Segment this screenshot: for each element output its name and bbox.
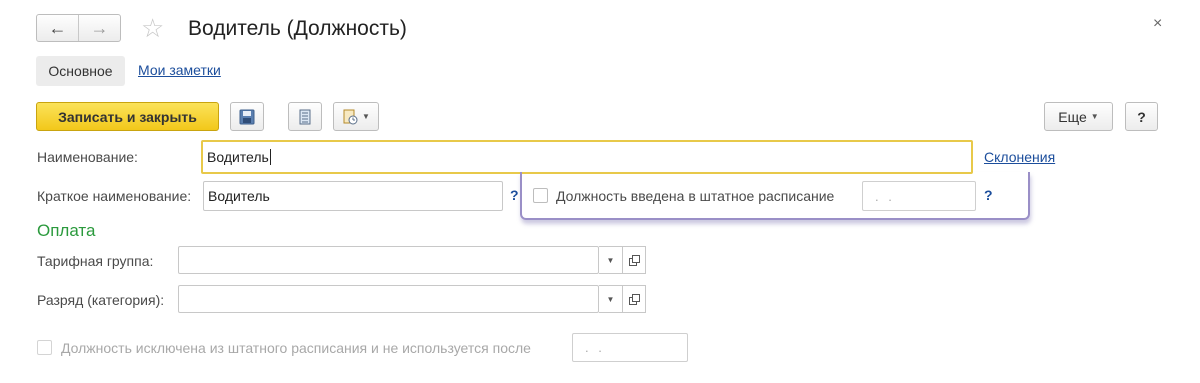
name-input[interactable]: Водитель xyxy=(201,140,973,174)
chevron-down-icon: ▼ xyxy=(362,112,370,121)
arrow-left-icon: ← xyxy=(48,17,67,38)
excluded-date-input[interactable]: . . xyxy=(572,333,688,362)
more-menu-button[interactable]: Еще ▼ xyxy=(1044,102,1113,131)
create-based-on-button[interactable]: ▼ xyxy=(333,102,379,131)
save-and-close-button[interactable]: Записать и закрыть xyxy=(36,102,219,131)
open-window-icon xyxy=(628,254,640,266)
staff-schedule-label: Должность введена в штатное расписание xyxy=(556,188,835,204)
save-button[interactable] xyxy=(230,102,264,131)
tariff-group-dropdown-button[interactable]: ▼ xyxy=(599,246,623,274)
rank-dropdown-button[interactable]: ▼ xyxy=(599,285,623,313)
favorite-star-icon[interactable]: ☆ xyxy=(141,15,164,41)
chevron-down-icon: ▼ xyxy=(606,294,615,304)
name-value: Водитель xyxy=(207,149,269,165)
tariff-group-label: Тарифная группа: xyxy=(37,253,154,269)
rank-label: Разряд (категория): xyxy=(37,292,165,308)
close-icon[interactable]: × xyxy=(1153,15,1162,33)
tab-my-notes[interactable]: Мои заметки xyxy=(138,62,221,78)
chevron-down-icon: ▼ xyxy=(606,255,615,265)
floppy-disk-icon xyxy=(239,109,255,124)
more-label: Еще xyxy=(1058,108,1087,125)
tab-main[interactable]: Основное xyxy=(36,56,125,86)
list-button[interactable] xyxy=(288,102,322,131)
tariff-group-open-button[interactable] xyxy=(623,246,646,274)
document-list-icon xyxy=(299,109,311,124)
short-name-input[interactable]: Водитель xyxy=(203,181,503,211)
payment-section-title: Оплата xyxy=(37,221,96,240)
page-title: Водитель (Должность) xyxy=(188,17,407,40)
back-button[interactable]: ← xyxy=(37,15,78,41)
arrow-right-icon: → xyxy=(90,17,109,38)
name-label: Наименование: xyxy=(37,149,138,165)
history-nav: ← → xyxy=(36,14,121,42)
text-cursor xyxy=(269,149,271,165)
short-name-help-icon[interactable]: ? xyxy=(510,187,519,203)
excluded-checkbox[interactable] xyxy=(37,340,52,355)
declensions-link[interactable]: Склонения xyxy=(984,149,1055,165)
open-window-icon xyxy=(628,293,640,305)
rank-open-button[interactable] xyxy=(623,285,646,313)
help-button[interactable]: ? xyxy=(1125,102,1158,131)
chevron-down-icon: ▼ xyxy=(1090,112,1099,121)
staff-schedule-checkbox[interactable] xyxy=(533,188,548,203)
tariff-group-select[interactable] xyxy=(178,246,599,274)
short-name-label: Краткое наименование: xyxy=(37,188,192,204)
rank-select[interactable] xyxy=(178,285,599,313)
excluded-label: Должность исключена из штатного расписан… xyxy=(61,340,531,356)
staff-schedule-date-input[interactable]: . . xyxy=(862,181,976,211)
short-name-value: Водитель xyxy=(208,188,270,204)
forward-button[interactable]: → xyxy=(78,15,120,41)
staff-schedule-help-icon[interactable]: ? xyxy=(984,187,993,203)
report-icon xyxy=(343,109,358,124)
